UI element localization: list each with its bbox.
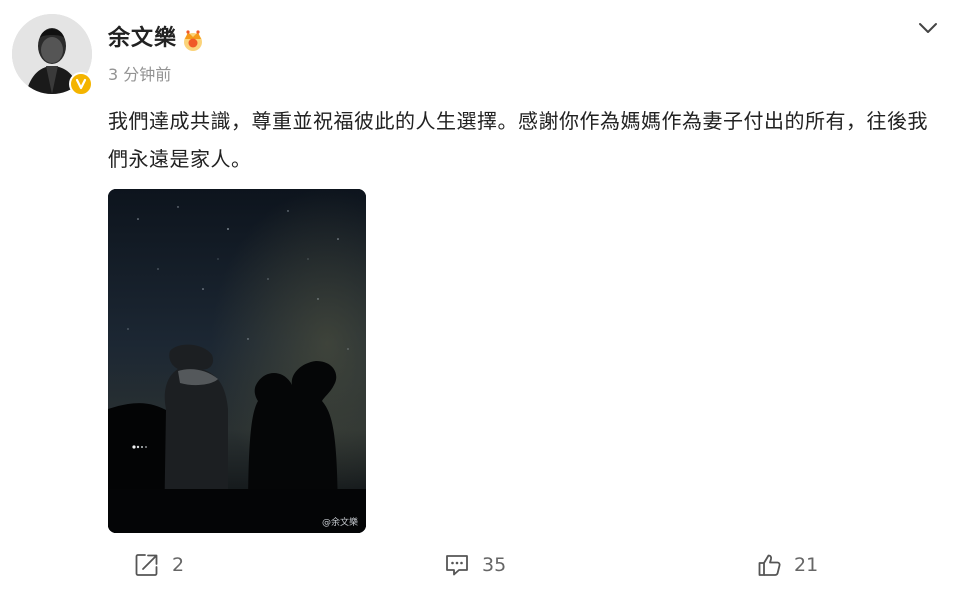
- post-text: 我們達成共識，尊重並祝福彼此的人生選擇。感謝你作為媽媽作為妻子付出的所有，往後我…: [108, 109, 928, 171]
- comment-icon: [446, 555, 468, 576]
- like-count: 21: [794, 554, 819, 576]
- chevron-down-icon: [919, 23, 937, 33]
- more-options-button[interactable]: [914, 16, 942, 40]
- post-image[interactable]: @余文樂: [108, 189, 366, 533]
- image-watermark: @余文樂: [321, 518, 358, 528]
- verified-v-icon: [75, 78, 87, 90]
- verified-badge: [69, 72, 93, 96]
- author-name[interactable]: 余文樂: [108, 24, 177, 54]
- starry-night-silhouette-photo: [108, 189, 366, 533]
- comment-button[interactable]: 35: [444, 550, 506, 580]
- post-timestamp[interactable]: 3 分钟前: [108, 64, 171, 86]
- share-button[interactable]: 2: [134, 550, 184, 580]
- share-count: 2: [172, 554, 185, 576]
- thumbs-up-icon: [758, 554, 781, 576]
- comment-count: 35: [482, 554, 507, 576]
- crown-icon[interactable]: [180, 28, 206, 52]
- weibo-post-card: 余文樂 3 分钟前 我們達成共識，尊重並祝福彼此的人生選擇。感謝你作為媽媽作為妻…: [0, 0, 960, 608]
- share-icon: [135, 554, 158, 576]
- like-button[interactable]: 21: [756, 550, 818, 580]
